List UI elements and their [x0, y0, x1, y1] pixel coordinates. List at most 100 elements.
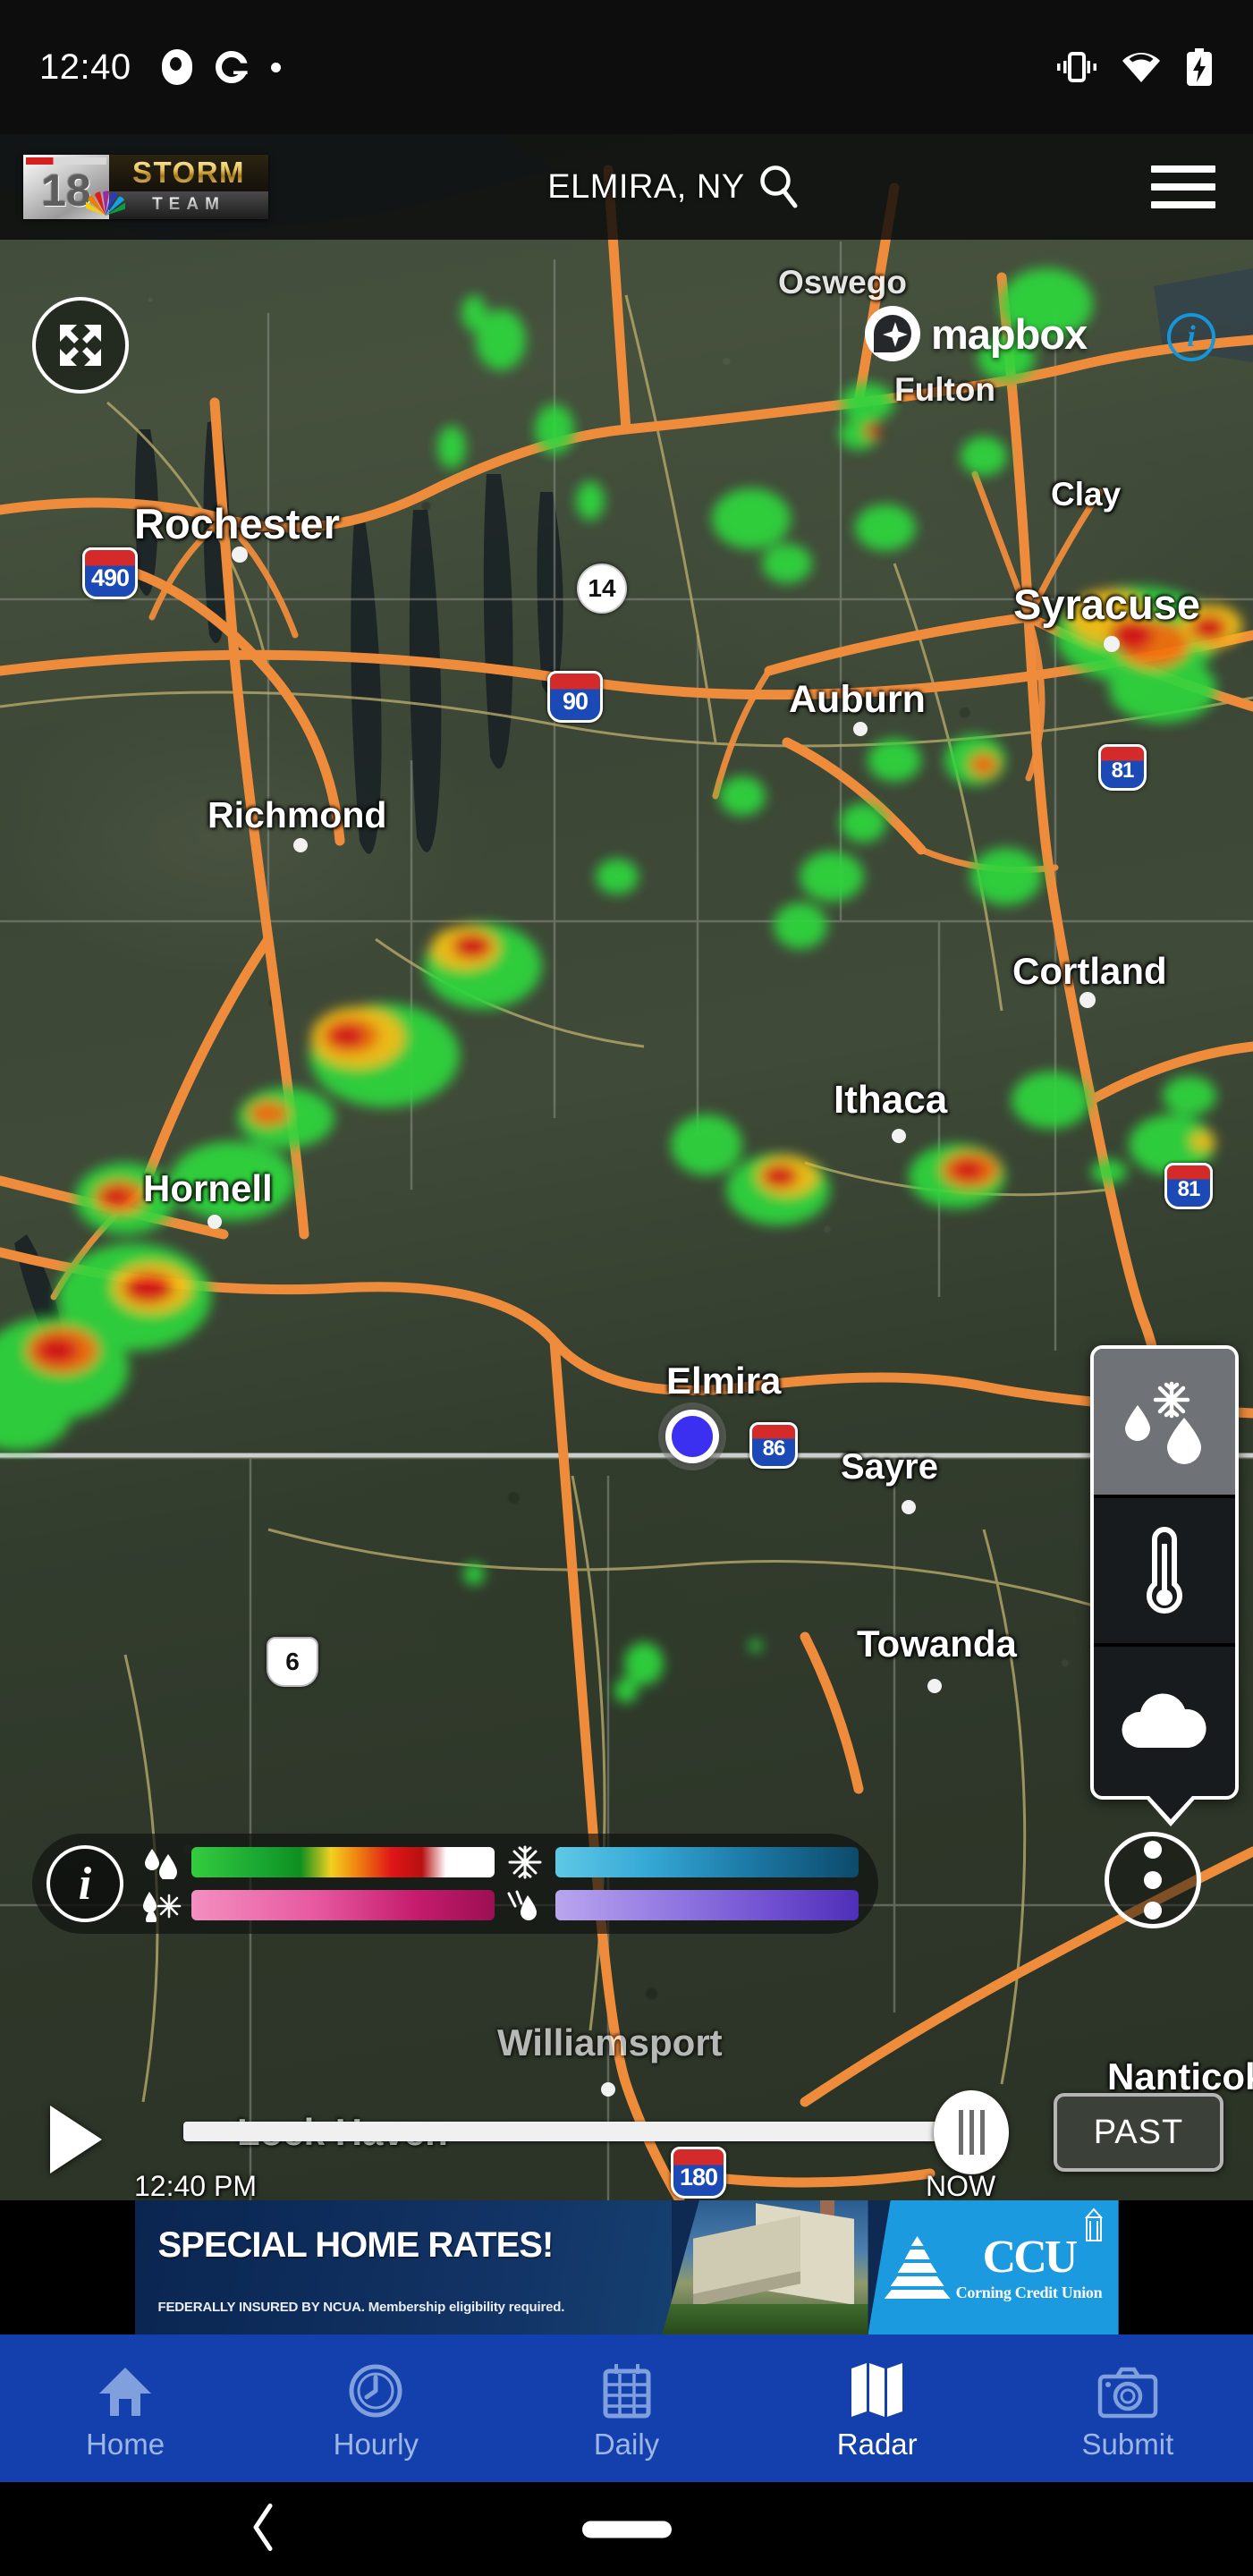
- map-layer-selector[interactable]: [1090, 1345, 1239, 1800]
- clock-icon: [348, 2363, 403, 2419]
- hamburger-line: [1150, 201, 1215, 208]
- scrubber-grip-line: [958, 2110, 963, 2155]
- sleet-icon: [500, 1888, 550, 1922]
- nbc-peacock-icon: [86, 191, 125, 216]
- route-shield-i86: 86: [749, 1422, 798, 1469]
- logo-storm-text: STORM: [109, 155, 268, 191]
- snowflake-icon: [500, 1844, 550, 1880]
- vibrate-icon: [1057, 52, 1096, 82]
- google-icon: [215, 51, 248, 83]
- kebab-dot: [1144, 1902, 1162, 1919]
- cloud-icon: [1122, 1693, 1206, 1748]
- ccu-wordmark: CCU Corning Credit Union: [956, 2234, 1103, 2301]
- logo-wordmark: STORM TEAM: [109, 155, 268, 219]
- ad-disclaimer: FEDERALLY INSURED BY NCUA. Membership el…: [157, 2300, 565, 2315]
- route-shield-i90: 90: [547, 671, 603, 723]
- timeline-start-time: 12:40 PM: [134, 2170, 257, 2202]
- kebab-dot: [1144, 1841, 1162, 1859]
- logo-accent-bar: [26, 157, 106, 165]
- route-shield-i81: 81: [1098, 744, 1147, 791]
- current-location-label: ELMIRA, NY: [547, 167, 745, 206]
- status-bar: 12:40: [0, 0, 1253, 134]
- rain-snow-icon: [136, 1888, 186, 1922]
- nav-label-radar: Radar: [836, 2427, 918, 2461]
- radar-timeline: PAST 12:40 PM NOW: [0, 2077, 1253, 2202]
- map-info-icon[interactable]: i: [1167, 313, 1215, 361]
- legend-info-icon[interactable]: i: [47, 1845, 123, 1922]
- home-pill-icon[interactable]: [581, 2521, 672, 2538]
- status-bar-notifications: [161, 49, 281, 85]
- mapbox-wordmark: mapbox: [931, 309, 1088, 358]
- nav-label-home: Home: [86, 2427, 165, 2461]
- ad-copy: SPECIAL HOME RATES! FEDERALLY INSURED BY…: [134, 2200, 672, 2334]
- ccu-logo: CCU Corning Credit Union: [884, 2234, 1103, 2301]
- nav-item-home[interactable]: Home: [0, 2334, 250, 2482]
- layer-option-precipitation[interactable]: [1094, 1349, 1235, 1498]
- channel-18-logo: 18: [23, 155, 125, 219]
- route-shield-ny14: 14: [577, 564, 627, 614]
- legend-bar-rain: [191, 1847, 495, 1877]
- search-icon[interactable]: [758, 164, 800, 210]
- timeline-end-label: NOW: [926, 2170, 996, 2202]
- nav-label-hourly: Hourly: [333, 2427, 419, 2461]
- ad-banner[interactable]: SPECIAL HOME RATES! FEDERALLY INSURED BY…: [134, 2200, 1119, 2334]
- storm-team-18-logo: 18 STORM TEAM: [23, 155, 268, 219]
- mapbox-logo-icon: [865, 306, 920, 361]
- radar-legend: i: [32, 1834, 878, 1934]
- route-shield-us6: 6: [267, 1637, 318, 1687]
- ad-house-photo: [662, 2200, 868, 2334]
- layer-option-temperature[interactable]: [1094, 1498, 1235, 1648]
- bottom-navigation: Home Hourly Daily Radar Submit: [0, 2334, 1253, 2482]
- hamburger-menu-icon[interactable]: [1150, 165, 1215, 208]
- system-navigation-bar: [0, 2482, 1253, 2576]
- kebab-dot: [1144, 1871, 1162, 1889]
- ad-brand: CCU Corning Credit Union: [868, 2200, 1119, 2334]
- current-location-dot: [665, 1410, 719, 1463]
- camera-icon: [1097, 2363, 1158, 2419]
- status-bar-system-icons: [1056, 48, 1214, 86]
- house-lawn: [662, 2304, 868, 2334]
- legend-bar-snow: [555, 1847, 859, 1877]
- nav-item-submit[interactable]: Submit: [1003, 2334, 1253, 2482]
- past-toggle-button[interactable]: PAST: [1054, 2093, 1223, 2172]
- location-search-button[interactable]: ELMIRA, NY: [547, 164, 800, 210]
- dot-icon: [270, 62, 281, 72]
- home-icon: [96, 2363, 155, 2419]
- nav-label-daily: Daily: [593, 2427, 660, 2461]
- mapbox-attribution[interactable]: mapbox: [863, 304, 1088, 363]
- scrubber-grip-line: [969, 2110, 974, 2155]
- layer-panel-pointer: [1144, 1796, 1198, 1826]
- ccu-pyramid-icon: [884, 2234, 951, 2301]
- status-bar-clock: 12:40: [39, 47, 131, 87]
- nav-item-hourly[interactable]: Hourly: [250, 2334, 501, 2482]
- thermometer-icon: [1147, 1526, 1182, 1614]
- scrubber-grip-line: [979, 2110, 985, 2155]
- ad-headline: SPECIAL HOME RATES!: [157, 2225, 555, 2265]
- map-icon: [848, 2362, 907, 2419]
- channel-number: 18: [41, 165, 91, 216]
- expand-arrows-icon: [60, 325, 101, 366]
- battery-charging-icon: [1187, 48, 1212, 86]
- nav-item-daily[interactable]: Daily: [501, 2334, 751, 2482]
- nav-item-radar[interactable]: Radar: [752, 2334, 1003, 2482]
- rain-snow-icon: [1125, 1382, 1201, 1465]
- timeline-track[interactable]: [183, 2122, 948, 2141]
- logo-team-text: TEAM: [109, 191, 268, 219]
- route-shield-i81: 81: [1164, 1163, 1213, 1209]
- back-chevron-icon[interactable]: [250, 2503, 277, 2555]
- rain-icon: [136, 1845, 186, 1879]
- hamburger-line: [1150, 165, 1215, 173]
- legend-gradients: [123, 1837, 878, 1930]
- legend-bar-sleet: [555, 1890, 859, 1920]
- kebab-menu-icon[interactable]: [1105, 1832, 1201, 1928]
- nav-label-submit: Submit: [1081, 2427, 1174, 2461]
- wifi-icon: [1122, 53, 1160, 82]
- pocket-casts-icon: [161, 49, 192, 85]
- fullscreen-expand-icon[interactable]: [32, 297, 129, 394]
- route-shield-i490: 490: [82, 547, 138, 599]
- play-icon[interactable]: [50, 2106, 102, 2174]
- ccu-building-icon: [1084, 2207, 1103, 2241]
- timeline-scrubber-handle[interactable]: [934, 2090, 1009, 2174]
- ccu-full-name: Corning Credit Union: [955, 2284, 1103, 2301]
- layer-option-clouds[interactable]: [1094, 1647, 1235, 1796]
